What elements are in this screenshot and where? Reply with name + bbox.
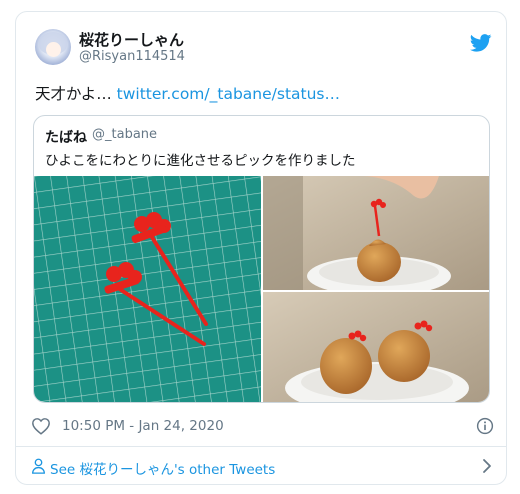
tweet-meta: 10:50 PM - Jan 24, 2020 [31, 415, 494, 439]
media-image-chicks-with-combs[interactable] [263, 292, 490, 403]
tweet-body: 天才かよ… [35, 85, 112, 103]
info-icon[interactable] [476, 417, 494, 435]
embedded-tweet-card[interactable]: 桜花りーしゃん @Risyan114514 天才かよ… twitter.com/… [15, 11, 507, 485]
avatar[interactable] [35, 29, 71, 65]
divider [16, 446, 506, 447]
tweet-link[interactable]: twitter.com/_tabane/status… [117, 85, 340, 103]
quoted-display-name: たばね [45, 130, 87, 146]
author-handle[interactable]: @Risyan114514 [79, 49, 185, 64]
heart-icon[interactable] [31, 417, 51, 435]
person-icon [32, 458, 45, 474]
quoted-tweet[interactable]: たばね @_tabane ひよこをにわとりに進化させるピックを作りました [33, 115, 490, 403]
avatar-face [46, 42, 61, 57]
see-other-tweets-link[interactable]: See 桜花りーしゃん's other Tweets [31, 455, 493, 479]
tweet-text: 天才かよ… twitter.com/_tabane/status… [35, 82, 340, 104]
media-image-inserting-pick[interactable] [263, 176, 490, 296]
twitter-bird-icon[interactable] [470, 34, 492, 52]
quoted-text: ひよこをにわとりに進化させるピックを作りました [45, 153, 356, 169]
author-display-name[interactable]: 桜花りーしゃん [79, 29, 184, 50]
quoted-media-grid[interactable] [34, 176, 490, 403]
see-other-tweets-label[interactable]: See 桜花りーしゃん's other Tweets [50, 458, 275, 478]
quoted-handle: @_tabane [92, 127, 158, 142]
chevron-right-icon[interactable] [481, 458, 493, 474]
timestamp[interactable]: 10:50 PM - Jan 24, 2020 [62, 418, 224, 434]
media-image-picks-on-mat[interactable] [34, 176, 261, 403]
